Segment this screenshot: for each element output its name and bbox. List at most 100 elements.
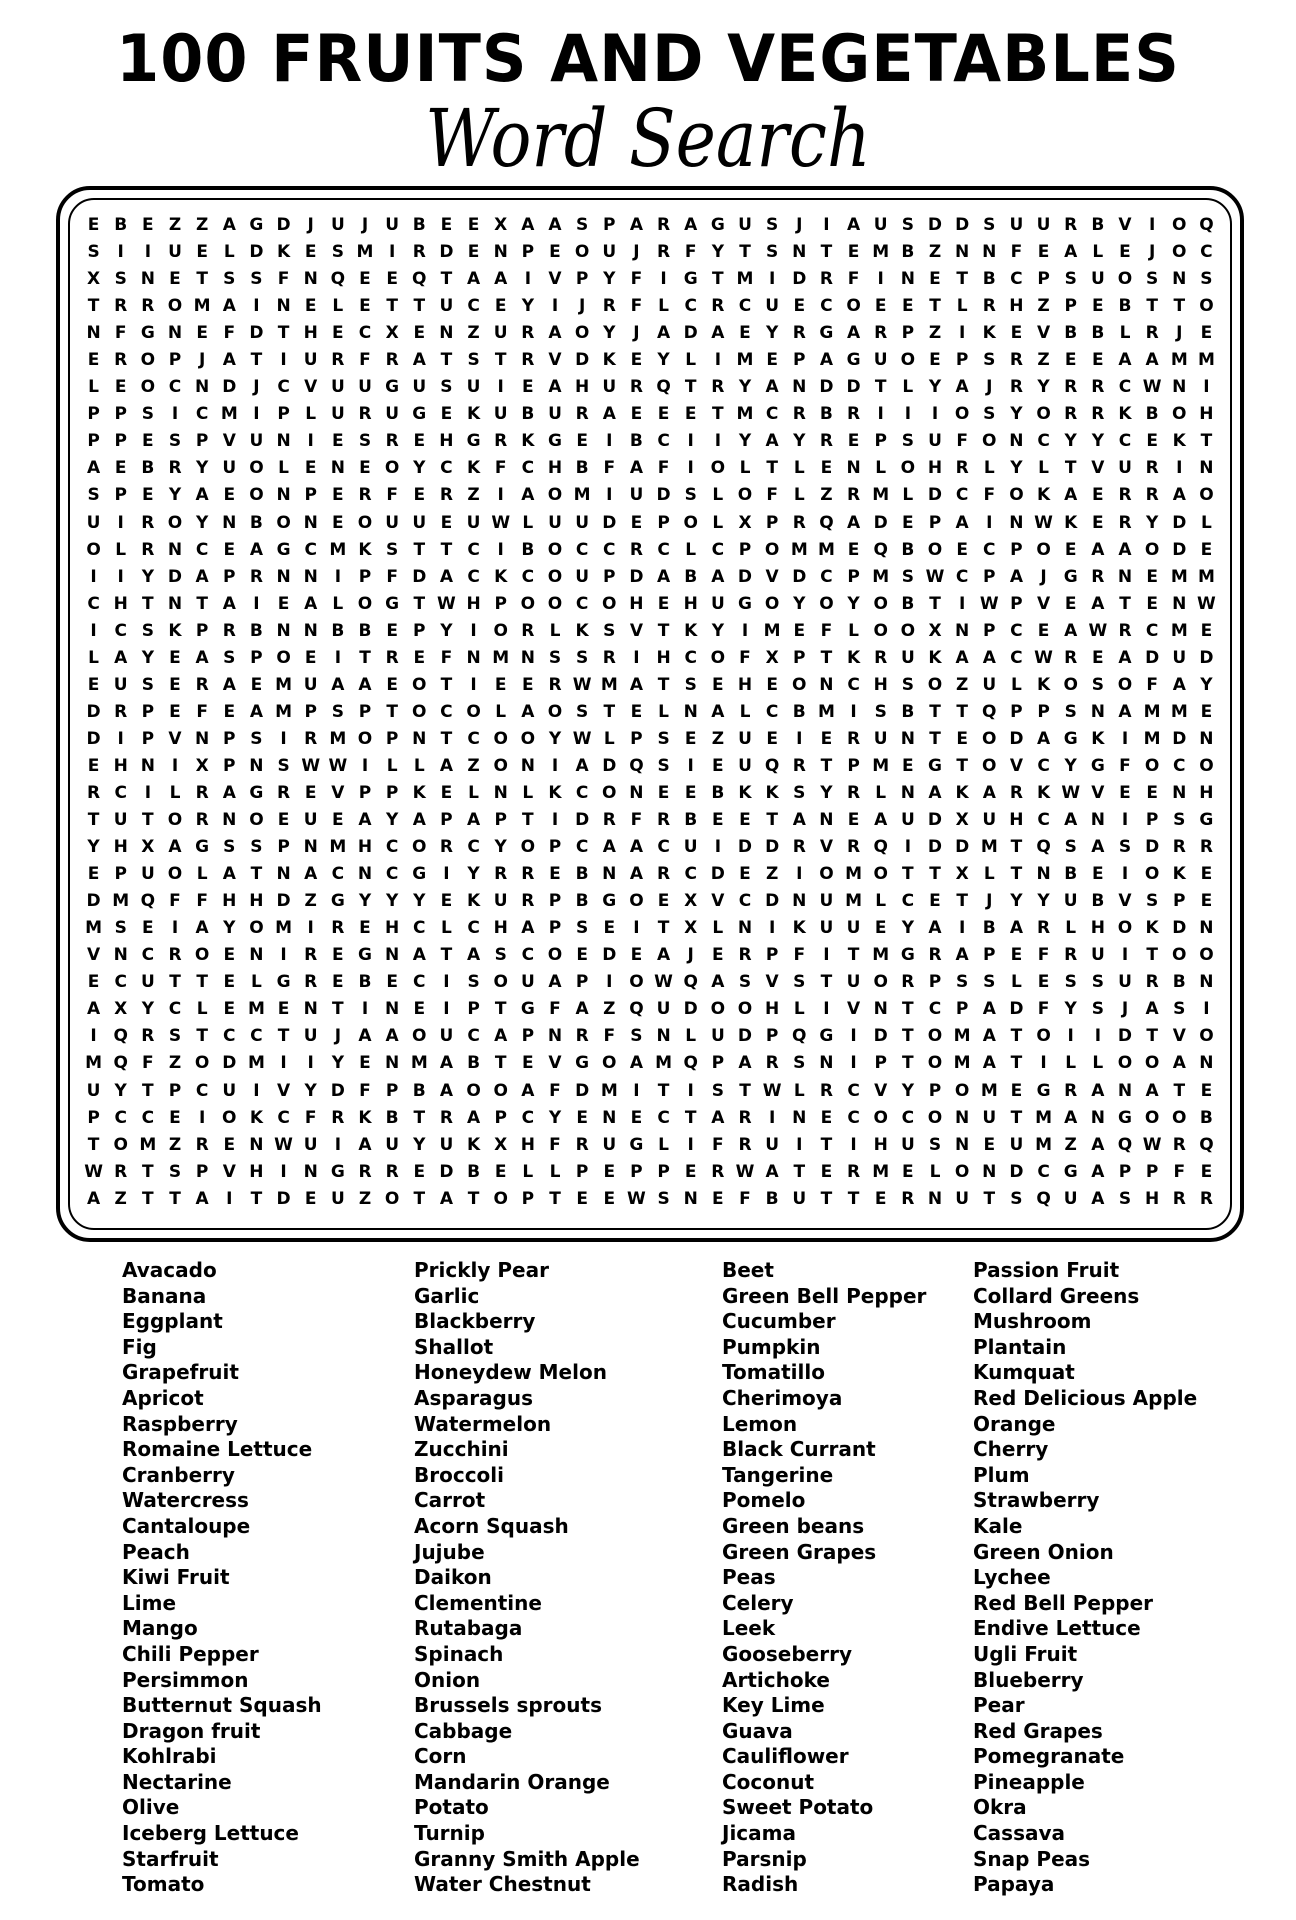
grid-letter[interactable]: H	[921, 455, 948, 482]
grid-letter[interactable]: P	[80, 428, 107, 455]
grid-letter[interactable]: T	[921, 861, 948, 888]
grid-letter[interactable]: T	[921, 726, 948, 753]
grid-letter[interactable]: O	[949, 401, 976, 428]
grid-letter[interactable]: P	[569, 969, 596, 996]
grid-letter[interactable]: A	[1057, 1105, 1084, 1132]
grid-letter[interactable]: R	[379, 645, 406, 672]
grid-letter[interactable]: D	[1139, 645, 1166, 672]
grid-letter[interactable]: D	[1139, 834, 1166, 861]
grid-letter[interactable]: N	[189, 726, 216, 753]
grid-letter[interactable]: M	[406, 1050, 433, 1077]
grid-letter[interactable]: T	[270, 1023, 297, 1050]
grid-letter[interactable]: P	[1111, 1159, 1138, 1186]
grid-letter[interactable]: A	[569, 753, 596, 780]
grid-letter[interactable]: Z	[1030, 347, 1057, 374]
grid-letter[interactable]: L	[976, 861, 1003, 888]
grid-letter[interactable]: N	[107, 942, 134, 969]
grid-letter[interactable]: I	[759, 1105, 786, 1132]
grid-letter[interactable]: U	[324, 401, 351, 428]
grid-letter[interactable]: R	[1030, 915, 1057, 942]
grid-letter[interactable]: D	[569, 347, 596, 374]
grid-letter[interactable]: A	[949, 942, 976, 969]
grid-letter[interactable]: A	[514, 915, 541, 942]
grid-letter[interactable]: C	[569, 780, 596, 807]
grid-letter[interactable]: Q	[406, 266, 433, 293]
grid-letter[interactable]: P	[569, 1159, 596, 1186]
grid-letter[interactable]: O	[867, 618, 894, 645]
grid-letter[interactable]: S	[216, 834, 243, 861]
grid-letter[interactable]: N	[297, 618, 324, 645]
grid-letter[interactable]: M	[1166, 699, 1193, 726]
grid-letter[interactable]: A	[433, 1050, 460, 1077]
grid-letter[interactable]: N	[894, 266, 921, 293]
grid-letter[interactable]: T	[379, 699, 406, 726]
grid-letter[interactable]: D	[569, 807, 596, 834]
grid-letter[interactable]: H	[1139, 1186, 1166, 1213]
grid-letter[interactable]: I	[786, 726, 813, 753]
grid-letter[interactable]: N	[1193, 726, 1220, 753]
grid-letter[interactable]: E	[650, 888, 677, 915]
grid-letter[interactable]: D	[433, 239, 460, 266]
grid-letter[interactable]: Y	[161, 482, 188, 509]
grid-letter[interactable]: Q	[107, 1050, 134, 1077]
grid-letter[interactable]: E	[324, 320, 351, 347]
grid-letter[interactable]: A	[1057, 618, 1084, 645]
grid-letter[interactable]: A	[189, 564, 216, 591]
grid-letter[interactable]: T	[161, 969, 188, 996]
grid-letter[interactable]: B	[569, 455, 596, 482]
grid-letter[interactable]: Q	[107, 1023, 134, 1050]
grid-letter[interactable]: O	[487, 726, 514, 753]
grid-letter[interactable]: I	[1139, 212, 1166, 239]
grid-letter[interactable]: P	[379, 1078, 406, 1105]
grid-letter[interactable]: M	[596, 1078, 623, 1105]
grid-letter[interactable]: L	[786, 996, 813, 1023]
grid-letter[interactable]: C	[704, 537, 731, 564]
grid-letter[interactable]: K	[460, 888, 487, 915]
grid-letter[interactable]: E	[324, 482, 351, 509]
grid-letter[interactable]: P	[270, 401, 297, 428]
grid-letter[interactable]: F	[623, 807, 650, 834]
grid-letter[interactable]: E	[433, 212, 460, 239]
grid-letter[interactable]: E	[1057, 537, 1084, 564]
grid-letter[interactable]: S	[324, 699, 351, 726]
grid-letter[interactable]: E	[216, 942, 243, 969]
grid-letter[interactable]: D	[216, 1050, 243, 1077]
grid-letter[interactable]: G	[134, 320, 161, 347]
grid-letter[interactable]: E	[433, 401, 460, 428]
grid-letter[interactable]: D	[759, 834, 786, 861]
grid-letter[interactable]: X	[487, 212, 514, 239]
grid-letter[interactable]: G	[460, 428, 487, 455]
grid-letter[interactable]: T	[894, 1023, 921, 1050]
grid-letter[interactable]: I	[596, 969, 623, 996]
grid-letter[interactable]: I	[1111, 807, 1138, 834]
grid-letter[interactable]: U	[731, 212, 758, 239]
grid-letter[interactable]: T	[487, 1050, 514, 1077]
grid-letter[interactable]: W	[1084, 618, 1111, 645]
grid-letter[interactable]: T	[1193, 428, 1220, 455]
grid-letter[interactable]: P	[351, 564, 378, 591]
grid-letter[interactable]: I	[677, 428, 704, 455]
grid-letter[interactable]: Y	[406, 1132, 433, 1159]
grid-letter[interactable]: A	[243, 537, 270, 564]
grid-letter[interactable]: T	[1003, 1050, 1030, 1077]
grid-letter[interactable]: M	[786, 537, 813, 564]
grid-letter[interactable]: N	[623, 780, 650, 807]
grid-letter[interactable]: E	[379, 672, 406, 699]
grid-letter[interactable]: U	[650, 996, 677, 1023]
grid-letter[interactable]: O	[867, 861, 894, 888]
grid-letter[interactable]: F	[623, 266, 650, 293]
grid-letter[interactable]: T	[976, 1186, 1003, 1213]
grid-letter[interactable]: E	[80, 861, 107, 888]
grid-letter[interactable]: E	[406, 1159, 433, 1186]
grid-letter[interactable]: Y	[704, 239, 731, 266]
grid-letter[interactable]: X	[921, 618, 948, 645]
grid-letter[interactable]: T	[1003, 1105, 1030, 1132]
grid-letter[interactable]: B	[1084, 212, 1111, 239]
grid-letter[interactable]: P	[216, 726, 243, 753]
grid-letter[interactable]: F	[379, 564, 406, 591]
grid-letter[interactable]: E	[243, 672, 270, 699]
grid-letter[interactable]: H	[243, 1159, 270, 1186]
grid-letter[interactable]: E	[921, 888, 948, 915]
grid-letter[interactable]: R	[786, 510, 813, 537]
grid-letter[interactable]: A	[759, 428, 786, 455]
